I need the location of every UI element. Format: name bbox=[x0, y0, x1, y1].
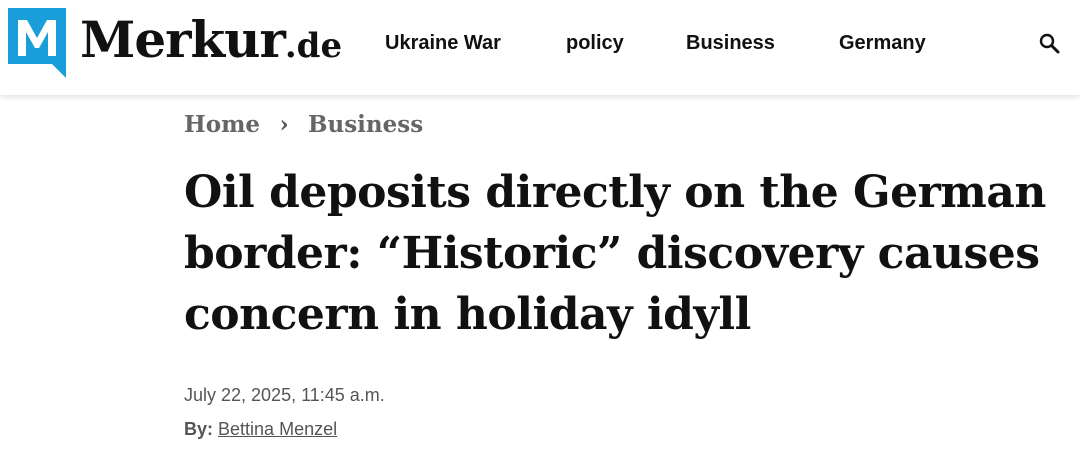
logo-name: Merkur bbox=[80, 10, 286, 69]
site-logo[interactable]: Merkur.de bbox=[8, 8, 342, 78]
nav-item-policy[interactable]: policy bbox=[566, 30, 624, 56]
breadcrumb-home[interactable]: Home bbox=[184, 111, 260, 138]
article-date: July 22, 2025, 11:45 a.m. bbox=[184, 385, 385, 405]
search-button[interactable] bbox=[1036, 30, 1066, 60]
search-icon bbox=[1039, 33, 1060, 54]
breadcrumb: Home › Business bbox=[184, 110, 423, 140]
breadcrumb-separator-icon: › bbox=[279, 111, 289, 138]
nav-item-germany[interactable]: Germany bbox=[839, 30, 926, 56]
byline: By: Bettina Menzel bbox=[184, 419, 337, 440]
author-link[interactable]: Bettina Menzel bbox=[218, 419, 337, 439]
logo-wordmark: Merkur.de bbox=[80, 12, 342, 74]
breadcrumb-business[interactable]: Business bbox=[308, 111, 423, 138]
article-headline: Oil deposits directly on the German bord… bbox=[184, 167, 1046, 340]
nav-item-business[interactable]: Business bbox=[686, 30, 775, 56]
merkur-logo-icon bbox=[8, 8, 66, 78]
byline-label: By: bbox=[184, 419, 214, 439]
logo-tld: .de bbox=[284, 26, 343, 66]
site-header: Merkur.de Ukraine War policy Business Ge… bbox=[0, 0, 1080, 95]
nav-item-ukraine-war[interactable]: Ukraine War bbox=[385, 30, 501, 56]
